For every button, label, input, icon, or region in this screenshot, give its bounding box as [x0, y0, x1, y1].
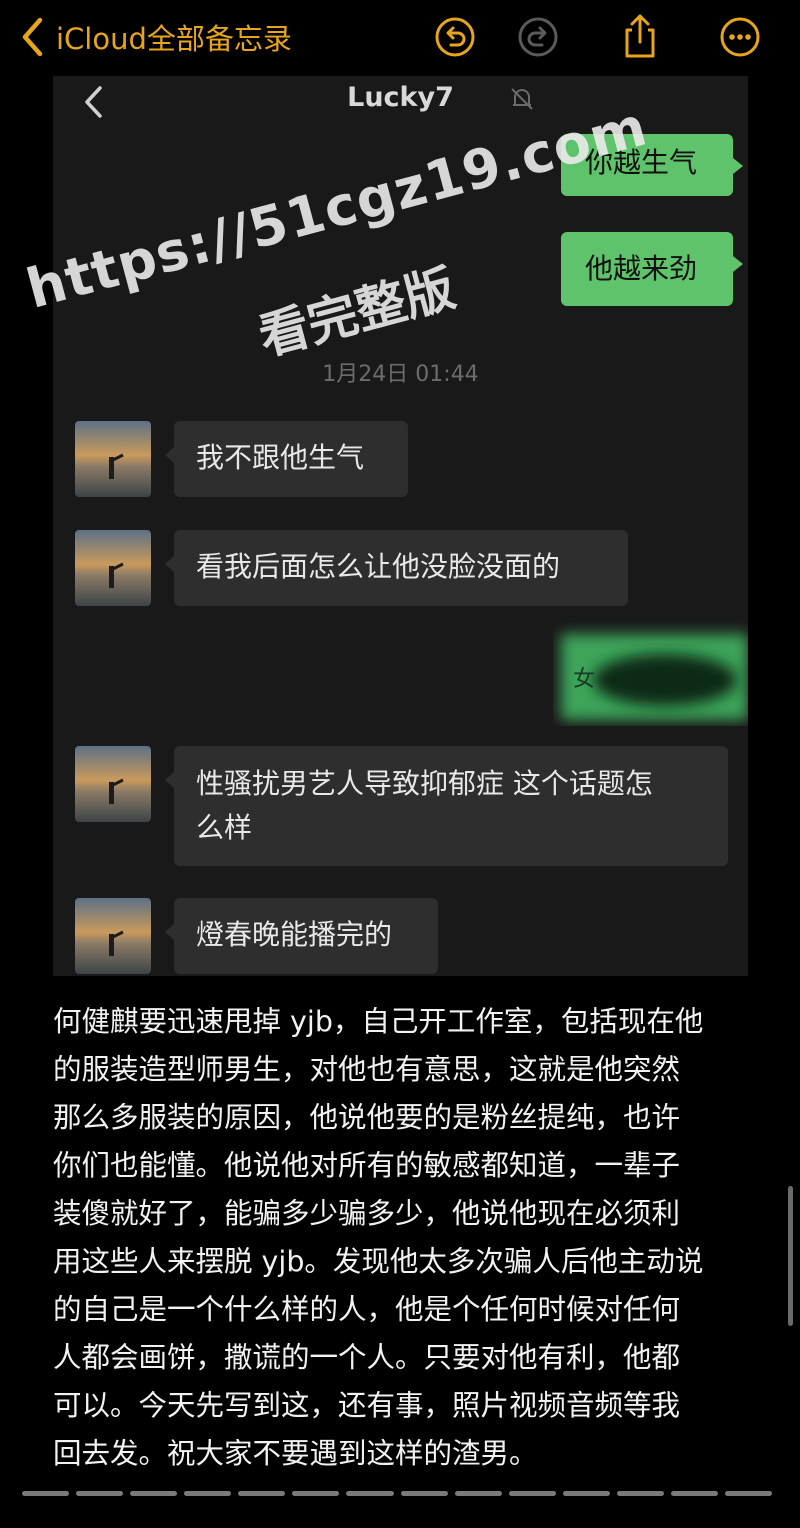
redo-icon[interactable] [517, 16, 559, 58]
divider-dash [22, 1491, 70, 1496]
message-bubble-incoming: 性骚扰男艺人导致抑郁症 这个话题怎 么样 [165, 746, 728, 866]
blurred-text: 女 [573, 667, 595, 692]
back-label: iCloud全部备忘录 [56, 22, 292, 56]
divider-dash [76, 1491, 124, 1496]
message-timestamp: 1月24日 01:44 [322, 362, 479, 387]
undo-icon[interactable] [434, 16, 476, 58]
note-line: 装傻就好了，能骗多少骗多少，他说他现在必须利 [53, 1197, 681, 1230]
divider-dash [400, 1491, 448, 1496]
sunset-photo-icon [75, 898, 151, 974]
divider-dash [562, 1491, 610, 1496]
divider-dash [616, 1491, 664, 1496]
note-line: 的自己是一个什么样的人，他是个任何时候对任何 [53, 1293, 681, 1326]
note-line: 用这些人来摆脱 yjb。发现他太多次骗人后他主动说 [53, 1245, 704, 1278]
blurred-message-bubble: 女 [553, 614, 748, 726]
dashed-divider [22, 1491, 773, 1499]
divider-dash [184, 1491, 232, 1496]
divider-dash [292, 1491, 340, 1496]
share-icon[interactable] [619, 12, 661, 60]
divider-dash [670, 1491, 719, 1496]
avatar [75, 421, 151, 497]
note-line: 回去发。祝大家不要遇到这样的渣男。 [53, 1437, 538, 1470]
note-body[interactable]: 何健麒要迅速甩掉 yjb，自己开工作室，包括现在他 的服装造型师男生，对他也有意… [53, 998, 753, 1478]
sunset-photo-icon [75, 746, 151, 822]
message-bubble-incoming: 我不跟他生气 [165, 421, 408, 497]
sunset-photo-icon [75, 421, 151, 497]
divider-dash [346, 1491, 394, 1496]
note-line: 人都会画饼，撒谎的一个人。只要对他有利，他都 [53, 1341, 681, 1374]
note-line: 的服装造型师男生，对他也有意思，这就是他突然 [53, 1053, 681, 1086]
message-bubble-outgoing: 你越生气 [561, 134, 743, 196]
scrollbar[interactable] [788, 1186, 793, 1326]
note-line: 你们也能懂。他说他对所有的敏感都知道，一辈子 [53, 1149, 681, 1182]
message-line: 么样 [196, 811, 253, 844]
more-icon[interactable] [719, 16, 761, 58]
note-line: 那么多服装的原因，他说他要的是粉丝提纯，也许 [53, 1101, 681, 1134]
sunset-photo-icon [75, 530, 151, 606]
message-bubble-incoming: 看我后面怎么让他没脸没面的 [165, 530, 628, 606]
notes-toolbar: iCloud全部备忘录 [0, 0, 800, 76]
chat-header: Lucky7 [53, 76, 748, 126]
divider-dash [725, 1491, 773, 1496]
divider-dash [130, 1491, 178, 1496]
avatar [75, 746, 151, 822]
avatar [75, 898, 151, 974]
message-line: 性骚扰男艺人导致抑郁症 这个话题怎 [196, 767, 653, 800]
note-line: 何健麒要迅速甩掉 yjb，自己开工作室，包括现在他 [53, 1005, 704, 1038]
chat-title: Lucky7 [347, 82, 454, 113]
chat-screenshot: Lucky7 你越生气 他越来劲 1月24日 01:44 我不跟他生气 看我后面… [53, 76, 748, 976]
message-bubble-incoming: 燈春晚能播完的 [165, 898, 438, 974]
mute-bell-icon [511, 88, 533, 110]
divider-dash [508, 1491, 556, 1496]
note-line: 可以。今天先写到这，还有事，照片视频音频等我 [53, 1389, 681, 1422]
divider-dash [238, 1491, 286, 1496]
avatar [75, 530, 151, 606]
message-bubble-outgoing: 他越来劲 [561, 232, 743, 306]
divider-dash [454, 1491, 502, 1496]
back-button[interactable]: iCloud全部备忘录 [18, 14, 292, 60]
chevron-left-icon [22, 17, 43, 57]
